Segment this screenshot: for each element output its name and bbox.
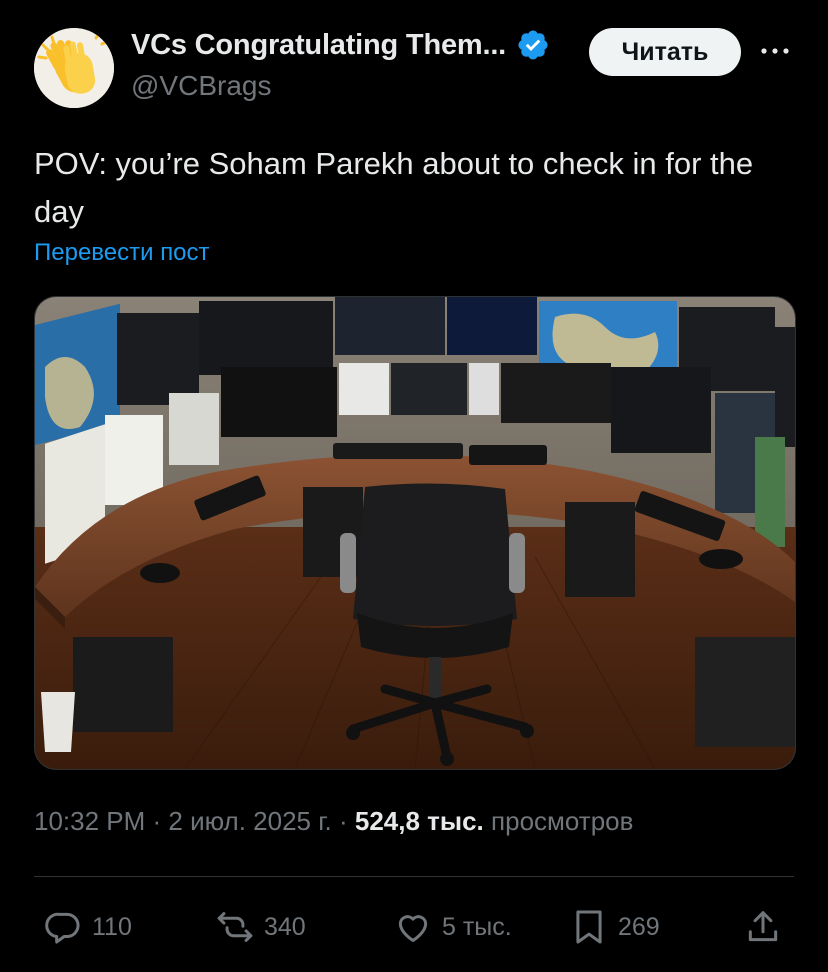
- clapping-hands-icon: [34, 28, 114, 108]
- share-icon: [748, 911, 778, 942]
- avatar[interactable]: [34, 28, 114, 108]
- author-name-row[interactable]: VCs Congratulating Them...: [131, 28, 550, 62]
- verified-badge-icon: [518, 30, 548, 60]
- post-time[interactable]: 10:32 PM: [34, 806, 145, 836]
- repost-count: 340: [264, 912, 306, 941]
- share-action[interactable]: [744, 905, 782, 949]
- more-options-icon[interactable]: [757, 36, 793, 66]
- author-handle[interactable]: @VCBrags: [131, 70, 271, 102]
- like-count: 5 тыс.: [442, 912, 512, 941]
- follow-button[interactable]: Читать: [589, 28, 741, 76]
- views-label: просмотров: [491, 806, 634, 836]
- like-action[interactable]: 5 тыс.: [394, 905, 512, 949]
- views-count[interactable]: 524,8 тыс.: [355, 806, 484, 836]
- post-image[interactable]: [34, 296, 796, 770]
- meta-separator-2: ·: [331, 806, 355, 836]
- post-date[interactable]: 2 июл. 2025 г.: [168, 806, 331, 836]
- desk-setup-illustration: [35, 297, 795, 769]
- post-text: POV: you’re Soham Parekh about to check …: [34, 146, 754, 229]
- reply-icon: [45, 912, 80, 944]
- post-meta: 10:32 PM · 2 июл. 2025 г. · 524,8 тыс. п…: [34, 806, 633, 837]
- author-display-name[interactable]: VCs Congratulating Them...: [131, 29, 506, 62]
- bookmark-icon: [576, 910, 602, 944]
- repost-action[interactable]: 340: [216, 905, 306, 949]
- heart-icon: [398, 915, 428, 942]
- translate-post-link[interactable]: Перевести пост: [34, 239, 210, 267]
- repost-icon: [217, 912, 253, 942]
- reply-count: 110: [92, 912, 132, 941]
- bookmark-action[interactable]: 269: [570, 905, 660, 949]
- divider: [34, 876, 794, 877]
- reply-action[interactable]: 110: [44, 905, 132, 949]
- bookmark-count: 269: [618, 912, 660, 941]
- meta-separator-1: ·: [145, 806, 169, 836]
